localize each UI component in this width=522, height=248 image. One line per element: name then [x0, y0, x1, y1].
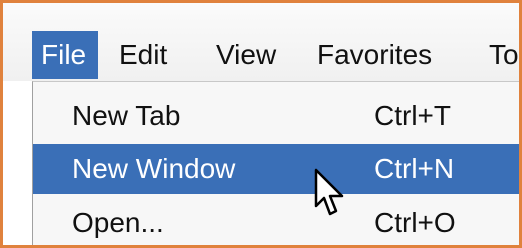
menu-favorites[interactable]: Favorites [309, 31, 440, 79]
menu-item-label: Open... [72, 207, 164, 238]
menu-item-label: New Window [72, 153, 236, 184]
menu-item-new-tab[interactable]: New Tab Ctrl+T [33, 91, 519, 141]
screenshot-frame: File Edit View Favorites Too New Tab Ctr… [0, 0, 522, 248]
menu-item-open[interactable]: Open... Ctrl+O [33, 198, 519, 245]
menu-edit[interactable]: Edit [111, 31, 175, 79]
menu-tools[interactable]: Too [481, 31, 519, 79]
menu-item-new-window[interactable]: New Window Ctrl+N [33, 144, 519, 194]
menu-bar: File Edit View Favorites Too [3, 3, 519, 81]
menu-item-shortcut: Ctrl+N [374, 153, 455, 184]
file-menu-dropdown: New Tab Ctrl+T New Window Ctrl+N Open...… [32, 81, 519, 245]
menu-item-label: New Tab [72, 100, 181, 131]
menu-item-shortcut: Ctrl+T [374, 100, 451, 131]
mouse-pointer-icon [314, 168, 344, 216]
menu-item-shortcut: Ctrl+O [374, 207, 456, 238]
menu-file[interactable]: File [32, 31, 98, 79]
menu-view[interactable]: View [208, 31, 284, 79]
